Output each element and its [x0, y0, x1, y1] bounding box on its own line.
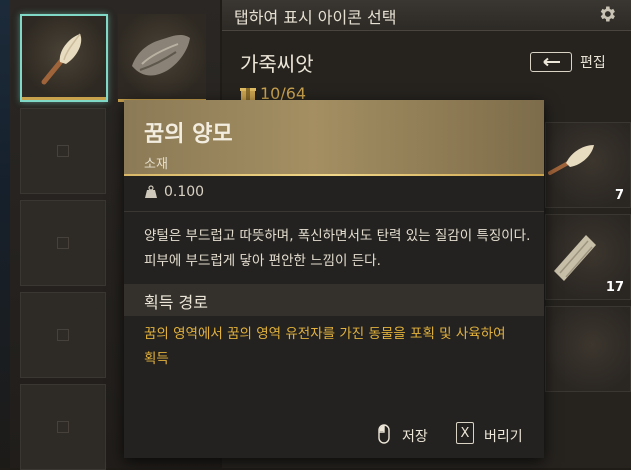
item-type: 소재 [144, 157, 168, 172]
inventory-slot[interactable] [118, 14, 206, 102]
header-title: 탭하여 표시 아이콘 선택 [234, 8, 397, 27]
weight-icon [145, 185, 157, 198]
item-quantity: 7 [614, 188, 624, 203]
panel-header: 탭하여 표시 아이콘 선택 [222, 0, 631, 31]
left-edge-strip [0, 0, 10, 468]
fur-pelt-icon [132, 34, 190, 76]
inventory-slot[interactable]: 7 [545, 122, 631, 208]
empty-slot-marker [57, 421, 69, 433]
empty-slot-marker [57, 329, 69, 341]
slot-rarity-bar [22, 97, 106, 100]
edit-key-button[interactable] [530, 52, 572, 72]
divider [124, 211, 544, 212]
inventory-slot-empty[interactable] [545, 306, 631, 392]
inventory-slot-empty[interactable] [20, 292, 106, 378]
weight-value: 0.100 [164, 184, 205, 200]
item-quantity: 17 [605, 280, 624, 295]
save-button[interactable]: 저장 [402, 426, 428, 446]
tooltip-header: 꿈의 양모 소재 [124, 100, 544, 176]
empty-slot-marker [57, 145, 69, 157]
enter-key-icon [543, 57, 560, 67]
inventory-slot-empty[interactable] [20, 108, 106, 194]
discard-button[interactable]: 버리기 [484, 426, 523, 446]
tooltip-actions: 저장 X 버리기 [124, 412, 544, 458]
mouse-icon[interactable] [378, 424, 390, 444]
acquisition-title: 획득 경로 [144, 293, 208, 312]
inventory-slot[interactable]: 17 [545, 214, 631, 300]
inventory-slot-empty[interactable] [20, 384, 106, 470]
inventory-slot-empty[interactable] [20, 200, 106, 286]
item-tooltip: 꿈의 양모 소재 0.100 양털은 부드럽고 따뜻하며, 폭신하면서도 탄력 … [124, 100, 544, 458]
acquisition-text: 꿈의 영역에서 꿈의 영역 유전자를 가진 동물을 포획 및 사육하여 획득 [144, 326, 506, 367]
inventory-slot-selected[interactable] [20, 14, 108, 102]
item-weight: 0.100 [144, 184, 204, 200]
item-name: 꿈의 양모 [144, 122, 233, 147]
box-icon [240, 87, 256, 100]
wool-tuft-icon [41, 33, 82, 85]
gear-icon[interactable] [597, 4, 617, 24]
category-title: 가죽씨앗 [240, 52, 314, 76]
discard-key-icon[interactable]: X [456, 422, 474, 444]
acquisition-header: 획득 경로 [124, 284, 544, 316]
edit-label[interactable]: 편집 [580, 52, 606, 72]
item-description: 양털은 부드럽고 따뜻하며, 폭신하면서도 탄력 있는 질감이 특징이다. 피부… [144, 228, 531, 269]
empty-slot-marker [57, 237, 69, 249]
